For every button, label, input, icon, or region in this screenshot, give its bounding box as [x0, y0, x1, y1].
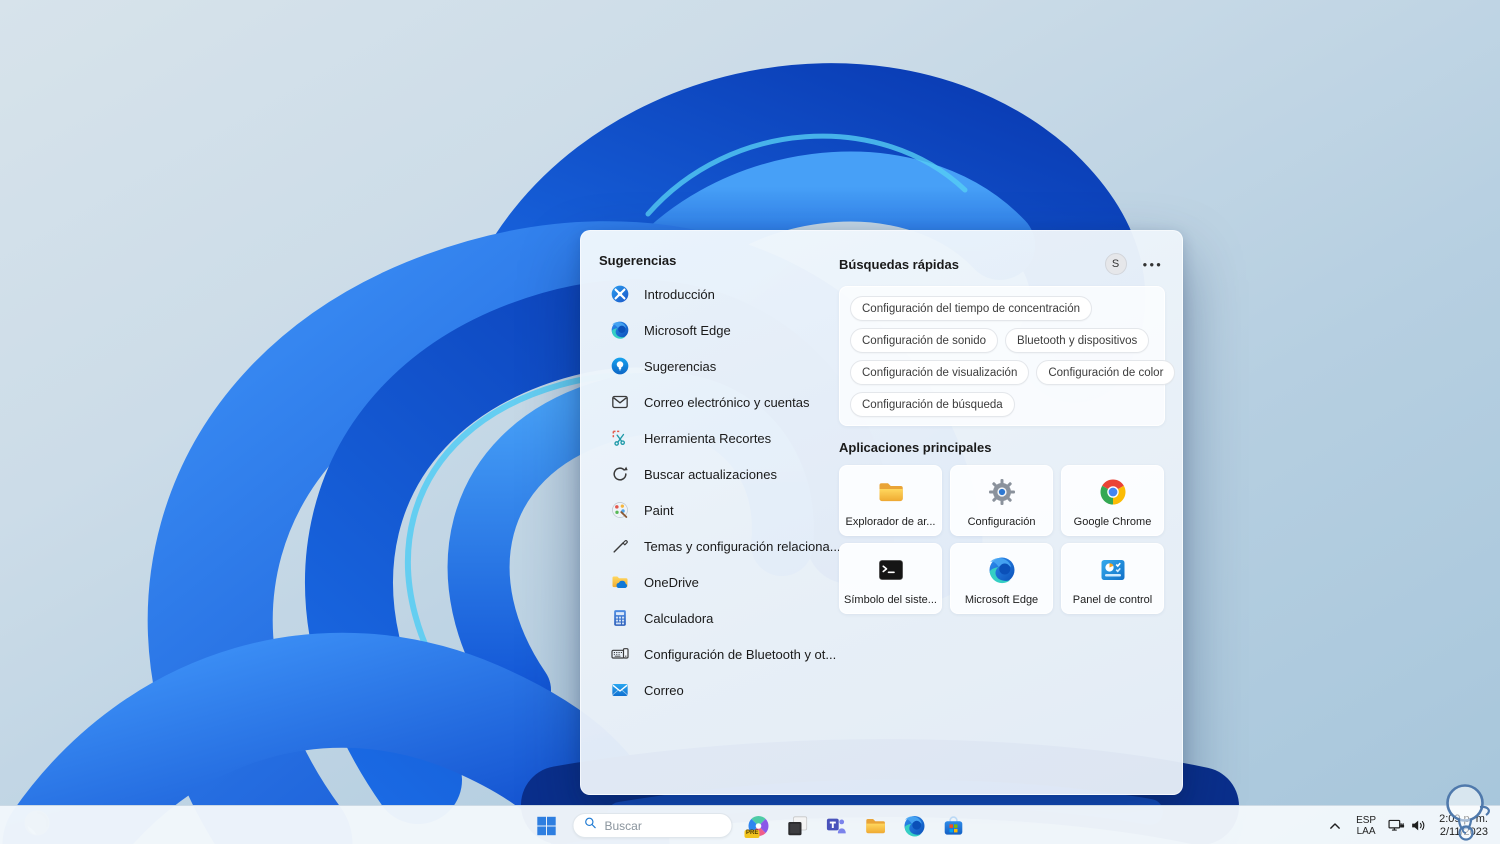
suggestion-item-correo[interactable]: Correo	[599, 672, 835, 708]
top-apps-grid: Explorador de ar... Configuración Google…	[839, 465, 1165, 614]
taskbar-search[interactable]	[572, 813, 733, 838]
hidden-icons-button[interactable]	[1325, 816, 1345, 836]
paint-icon	[610, 500, 630, 520]
chip-bluetooth-dispositivos[interactable]: Bluetooth y dispositivos	[1005, 328, 1150, 353]
teams-icon	[825, 814, 849, 838]
suggestions-section: Sugerencias Introducción Microsoft Edge …	[599, 253, 841, 708]
tile-chrome[interactable]: Google Chrome	[1061, 465, 1164, 536]
more-options-button[interactable]: ●●●	[1141, 256, 1166, 273]
search-home-panel: Sugerencias Introducción Microsoft Edge …	[580, 230, 1183, 795]
tile-configuracion[interactable]: Configuración	[950, 465, 1053, 536]
search-icon	[584, 816, 598, 835]
tile-explorador[interactable]: Explorador de ar...	[839, 465, 942, 536]
quick-searches-title: Búsquedas rápidas	[839, 256, 959, 272]
devices-icon	[610, 644, 630, 664]
pen-icon	[610, 536, 630, 556]
language-indicator[interactable]: ESP LAA	[1356, 815, 1376, 837]
quick-settings[interactable]	[1387, 816, 1428, 835]
preview-badge: PRE	[744, 829, 760, 838]
suggestion-item-paint[interactable]: Paint	[599, 492, 835, 528]
mail-app-icon	[610, 680, 630, 700]
account-avatar[interactable]: S	[1104, 253, 1127, 275]
network-icon	[1387, 816, 1406, 835]
taskbar: PRE ESP LAA	[0, 805, 1500, 844]
windows-start-icon	[535, 814, 559, 838]
chrome-icon	[1098, 477, 1128, 507]
command-prompt-icon	[876, 555, 906, 585]
chip-visualizacion[interactable]: Configuración de visualización	[850, 360, 1030, 385]
taskbar-center-group: PRE	[534, 806, 967, 844]
suggestion-item-bluetooth[interactable]: Configuración de Bluetooth y ot...	[599, 636, 836, 672]
suggestion-item-onedrive[interactable]: OneDrive	[599, 564, 835, 600]
file-explorer-icon	[864, 814, 888, 838]
search-input[interactable]	[604, 818, 715, 833]
suggestion-item-sugerencias[interactable]: Sugerencias	[599, 348, 835, 384]
suggestion-item-calculadora[interactable]: Calculadora	[599, 600, 835, 636]
snipping-tool-icon	[610, 428, 630, 448]
suggestion-item-actualizaciones[interactable]: Buscar actualizaciones	[599, 456, 835, 492]
file-explorer-button[interactable]	[863, 813, 889, 839]
edge-icon	[987, 555, 1017, 585]
tile-edge[interactable]: Microsoft Edge	[950, 543, 1053, 614]
suggestion-item-temas[interactable]: Temas y configuración relaciona...	[599, 528, 841, 564]
quick-searches-section: Búsquedas rápidas S ●●● Configuración de…	[839, 253, 1176, 614]
file-explorer-icon	[876, 477, 906, 507]
suggestion-item-correo-cuentas[interactable]: Correo electrónico y cuentas	[599, 384, 835, 420]
suggestions-list: Introducción Microsoft Edge Sugerencias …	[599, 276, 841, 708]
chip-sonido[interactable]: Configuración de sonido	[850, 328, 999, 353]
quick-searches-card: Configuración del tiempo de concentració…	[839, 286, 1176, 426]
tile-simbolo-sistema[interactable]: Símbolo del siste...	[839, 543, 942, 614]
microsoft-store-icon	[942, 814, 966, 838]
chip-busqueda[interactable]: Configuración de búsqueda	[850, 392, 1015, 417]
tips-icon	[610, 356, 630, 376]
start-button[interactable]	[534, 813, 560, 839]
onedrive-icon	[610, 572, 630, 592]
suggestion-item-edge[interactable]: Microsoft Edge	[599, 312, 835, 348]
suggestion-item-recortes[interactable]: Herramienta Recortes	[599, 420, 835, 456]
edge-button[interactable]	[902, 813, 928, 839]
chip-color[interactable]: Configuración de color	[1036, 360, 1176, 385]
calculator-icon	[610, 608, 630, 628]
bulb-watermark	[1446, 784, 1490, 841]
control-panel-icon	[1098, 555, 1128, 585]
suggestion-item-introduccion[interactable]: Introducción	[599, 276, 835, 312]
desktop: Sugerencias Introducción Microsoft Edge …	[0, 0, 1500, 844]
top-apps-title: Aplicaciones principales	[839, 440, 992, 455]
refresh-icon	[610, 464, 630, 484]
teams-button[interactable]	[824, 813, 850, 839]
suggestions-title: Sugerencias	[599, 253, 677, 268]
tile-panel-control[interactable]: Panel de control	[1061, 543, 1164, 614]
quick-searches-header: Búsquedas rápidas S ●●●	[839, 253, 1165, 275]
settings-gear-icon	[987, 477, 1017, 507]
volume-icon	[1409, 816, 1428, 835]
mail-outline-icon	[610, 392, 630, 412]
edge-icon	[903, 814, 927, 838]
copilot-preview-button[interactable]: PRE	[744, 813, 772, 839]
task-view-button[interactable]	[785, 813, 811, 839]
edge-icon	[610, 320, 630, 340]
task-view-icon	[786, 814, 810, 838]
store-button[interactable]	[941, 813, 967, 839]
chip-tiempo-concentracion[interactable]: Configuración del tiempo de concentració…	[850, 296, 1092, 321]
get-started-icon	[610, 284, 630, 304]
